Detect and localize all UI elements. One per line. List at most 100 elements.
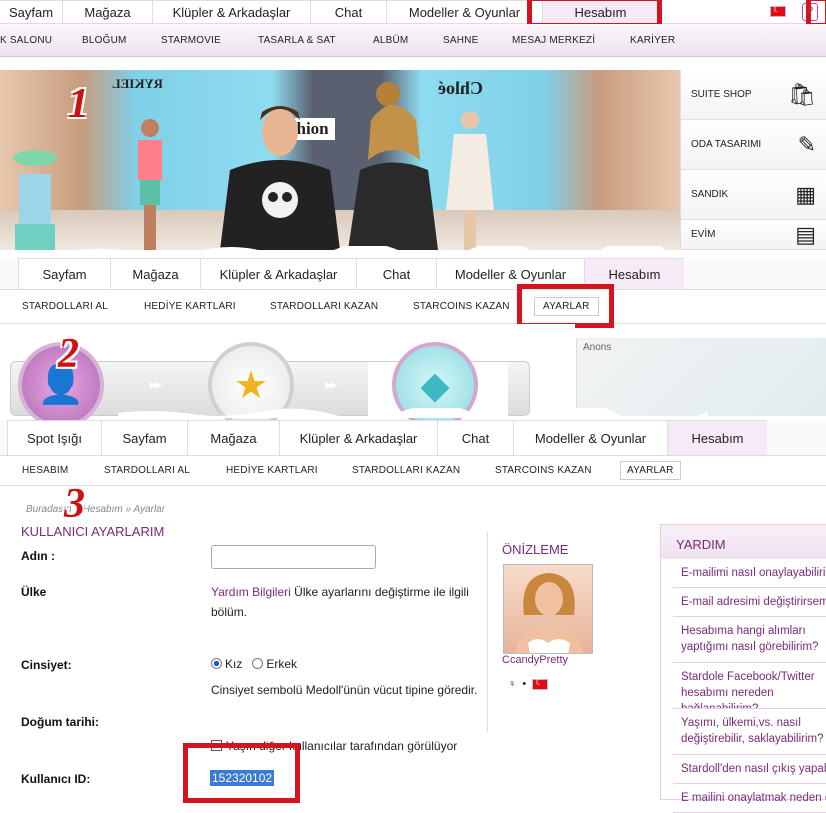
shopping-bag-icon: 🛍 <box>788 81 816 107</box>
tab-magaza[interactable]: Mağaza <box>187 420 279 455</box>
tab-spot-isigi[interactable]: Spot Işığı <box>7 420 101 455</box>
gender-female-radio[interactable] <box>211 658 222 669</box>
tab-modeller[interactable]: Modeller & Oyunlar <box>386 0 542 23</box>
gender-note: Cinsiyet sembolü Medoll'ünün vücut tipin… <box>211 683 478 697</box>
mannequin-image <box>138 119 162 250</box>
subnav-item[interactable]: HESABIM <box>22 465 68 476</box>
annotation-number-3: 3 <box>64 481 85 527</box>
side-menu: SUITE SHOP 🛍 ODA TASARIMI ✎ SANDIK ▦ EVİM ▤ <box>680 70 826 250</box>
female-avatar-image <box>348 82 438 250</box>
tab-magaza[interactable]: Mağaza <box>110 258 200 289</box>
help-link[interactable]: Yaşımı, ülkemi,vs. nasıl değiştirebilir,… <box>673 709 826 755</box>
breadcrumb: Buradasın » Hesabım » Ayarlar <box>26 504 166 515</box>
sub-nav-2: STARDOLLARI AL HEDİYE KARTLARI STARDOLLA… <box>0 290 826 324</box>
promo-banner[interactable]: RYKIEL Fashion Chloé <box>0 70 680 250</box>
step-arrows-icon: ▸▸ <box>325 376 337 392</box>
subnav-item[interactable]: STARDOLLARI KAZAN <box>352 465 460 476</box>
user-id-label: Kullanıcı ID: <box>21 772 91 786</box>
gender-male-label: Erkek <box>266 657 298 671</box>
help-link[interactable]: Stardole Facebook/Twitter hesabımı nered… <box>673 663 826 709</box>
female-symbol-icon: ♀ <box>508 678 517 690</box>
top-nav-1: Sayfam Mağaza Klüpler & Arkadaşlar Chat … <box>0 0 826 24</box>
help-link[interactable]: E-mail adresimi değiştirirsem? <box>673 588 826 617</box>
tab-chat[interactable]: Chat <box>356 258 436 289</box>
page-title: KULLANICI AYARLARIM <box>21 524 165 539</box>
subnav-item[interactable]: HEDİYE KARTLARI <box>226 465 318 476</box>
subnav-item[interactable]: STARDOLLARI AL <box>22 301 108 312</box>
subnav-item[interactable]: STARMOVIE <box>161 35 221 46</box>
tab-klupler[interactable]: Klüpler & Arkadaşlar <box>200 258 356 289</box>
subnav-item[interactable]: TASARLA & SAT <box>258 35 336 46</box>
country-label: Ülke <box>21 585 47 599</box>
gender-male-radio[interactable] <box>252 658 264 669</box>
help-panel: YARDIM E-mailimi nasıl onaylayabilirim? … <box>660 524 826 813</box>
meta-separator: • <box>522 678 527 690</box>
subnav-item[interactable]: HEDİYE KARTLARI <box>144 301 236 312</box>
announcement-panel[interactable]: Anons <box>576 338 826 416</box>
sub-nav-1: K SALONU BLOĞUM STARMOVIE TASARLA & SAT … <box>0 24 826 57</box>
tab-hesabim[interactable]: Hesabım <box>667 420 767 455</box>
preview-meta: ♀ • <box>508 677 549 690</box>
subnav-item[interactable]: ALBÜM <box>373 35 408 46</box>
gender-label: Cinsiyet: <box>21 658 72 672</box>
birthdate-label: Doğum tarihi: <box>21 715 99 729</box>
side-item-label: SANDIK <box>691 189 729 200</box>
annotation-number-2: 2 <box>58 331 79 377</box>
highlight-box-user-id <box>183 743 300 803</box>
help-link[interactable]: Stardoll'den nasıl çıkış yapabilirim? <box>673 755 826 784</box>
torn-edge <box>68 246 758 256</box>
help-title: YARDIM <box>661 525 826 559</box>
tab-chat[interactable]: Chat <box>310 0 386 23</box>
subnav-item[interactable]: STARCOINS KAZAN <box>495 465 592 476</box>
sub-nav-3: HESABIM STARDOLLARI AL HEDİYE KARTLARI S… <box>0 456 826 486</box>
subnav-item-ayarlar[interactable]: AYARLAR <box>620 461 681 480</box>
preview-avatar[interactable] <box>503 564 593 654</box>
turkey-flag-icon <box>532 677 549 690</box>
tab-klupler[interactable]: Klüpler & Arkadaşlar <box>152 0 310 23</box>
tab-chat[interactable]: Chat <box>437 420 513 455</box>
progress-steps: 👤 ▸▸ ★ ▸▸ ◆ <box>0 324 575 428</box>
name-label: Adın : <box>21 549 55 563</box>
nav-extras: ? <box>658 0 826 23</box>
sofa-icon: ▤ <box>795 221 816 247</box>
country-info: Yardım Bilgileri Ülke ayarlarını değişti… <box>211 582 483 622</box>
help-link[interactable]: Hesabıma hangi alımları yaptığımı nasıl … <box>673 617 826 663</box>
subnav-item[interactable]: STARCOINS KAZAN <box>413 301 510 312</box>
tab-magaza[interactable]: Mağaza <box>62 0 152 23</box>
gender-female-label: Kız <box>225 657 243 671</box>
banner-sign-left: RYKIEL <box>112 76 163 91</box>
help-info-link[interactable]: Yardım Bilgileri <box>211 585 291 599</box>
preview-username[interactable]: CcandyPretty <box>502 654 568 666</box>
subnav-item[interactable]: STARDOLLARI AL <box>104 465 190 476</box>
turkey-flag-icon[interactable] <box>770 4 786 17</box>
preview-panel: ÖNİZLEME CcandyPretty ♀ • <box>487 532 617 732</box>
subnav-item[interactable]: K SALONU <box>0 35 52 46</box>
gender-options: Kız Erkek <box>211 654 297 674</box>
preview-title: ÖNİZLEME <box>502 542 569 557</box>
name-input[interactable] <box>211 545 376 569</box>
subnav-item[interactable]: SAHNE <box>443 35 478 46</box>
torn-edge <box>118 408 708 418</box>
male-avatar-image <box>220 106 340 250</box>
tab-klupler[interactable]: Klüpler & Arkadaşlar <box>279 420 437 455</box>
chest-icon: ▦ <box>795 181 816 207</box>
side-item-sandik[interactable]: SANDIK ▦ <box>681 170 826 220</box>
mannequin-image <box>446 111 494 250</box>
subnav-item[interactable]: KARİYER <box>630 35 675 46</box>
side-item-oda-tasarimi[interactable]: ODA TASARIMI ✎ <box>681 120 826 170</box>
help-link[interactable]: E mailini onaylatmak neden önemli? <box>673 784 826 813</box>
subnav-item[interactable]: BLOĞUM <box>82 35 127 46</box>
tab-modeller[interactable]: Modeller & Oyunlar <box>513 420 667 455</box>
settings-content: Buradasın » Hesabım » Ayarlar KULLANICI … <box>0 486 826 813</box>
help-link[interactable]: E-mailimi nasıl onaylayabilirim? <box>673 559 826 588</box>
subnav-item[interactable]: MESAJ MERKEZİ <box>512 35 595 46</box>
side-item-suite-shop[interactable]: SUITE SHOP 🛍 <box>681 70 826 120</box>
tab-sayfam[interactable]: Sayfam <box>18 258 110 289</box>
announcement-label: Anons <box>583 342 612 353</box>
top-nav-2: Sayfam Mağaza Klüpler & Arkadaşlar Chat … <box>0 258 826 290</box>
tab-sayfam[interactable]: Sayfam <box>0 0 62 23</box>
side-item-label: ODA TASARIMI <box>691 139 762 150</box>
avatar-image <box>514 573 584 653</box>
subnav-item[interactable]: STARDOLLARI KAZAN <box>270 301 378 312</box>
tab-sayfam[interactable]: Sayfam <box>101 420 187 455</box>
